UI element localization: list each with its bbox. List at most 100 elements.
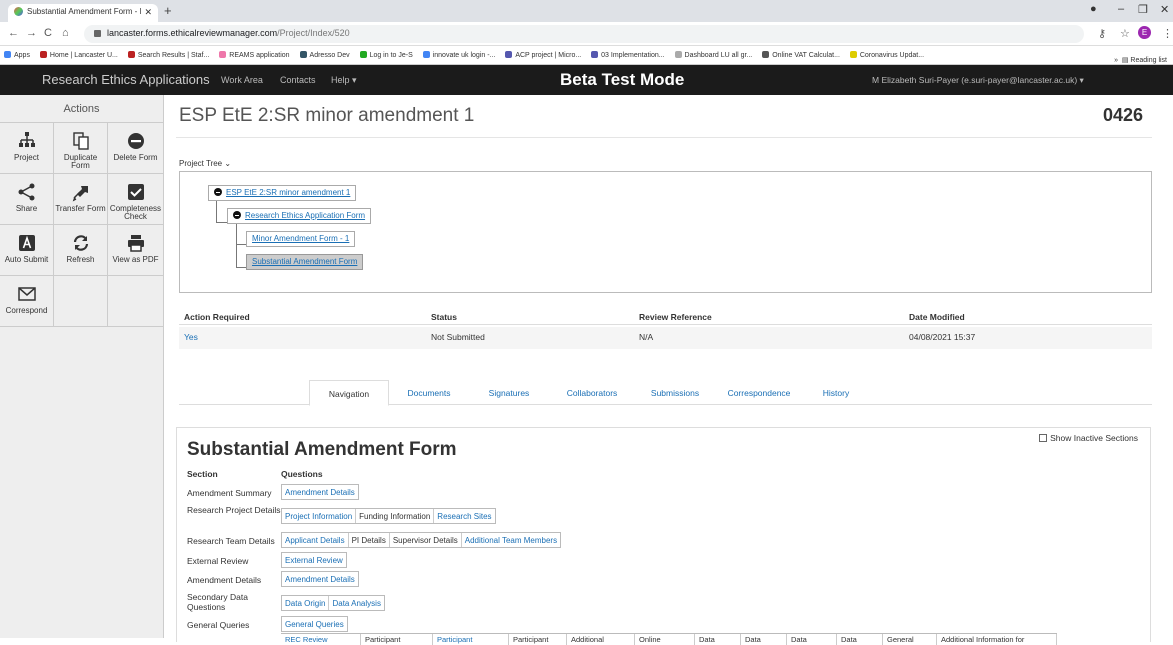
- nav-help[interactable]: Help ▾: [331, 75, 357, 86]
- divider: [176, 137, 1152, 138]
- bookmark-item[interactable]: Log in to Je-S: [356, 46, 417, 59]
- question-item: Participant: [361, 634, 433, 645]
- home-icon[interactable]: ⌂: [62, 27, 69, 39]
- forward-icon[interactable]: →: [26, 27, 37, 39]
- minimize-icon[interactable]: –: [1118, 3, 1124, 15]
- status-value: Not Submitted: [431, 332, 485, 342]
- back-icon[interactable]: ←: [8, 27, 19, 39]
- menu-icon[interactable]: ⋮: [1162, 27, 1173, 40]
- tab-documents[interactable]: Documents: [399, 380, 459, 406]
- reading-list[interactable]: » ▤ Reading list: [1110, 51, 1171, 64]
- section-label: Secondary Data Questions: [187, 592, 248, 612]
- brand-link[interactable]: Research Ethics Applications: [42, 72, 210, 87]
- bookmark-item[interactable]: Coronavirus Updat...: [846, 46, 928, 59]
- collapse-icon[interactable]: [214, 188, 222, 196]
- duplicate-icon: [54, 131, 107, 151]
- question-group: General Queries: [281, 616, 348, 632]
- action-delete-form[interactable]: Delete Form: [108, 123, 163, 174]
- bookmark-item[interactable]: Online VAT Calculat...: [758, 46, 844, 59]
- profile-avatar[interactable]: E: [1138, 26, 1151, 39]
- bookmark-item[interactable]: Apps: [0, 46, 34, 59]
- action-correspond[interactable]: Correspond: [0, 276, 54, 327]
- bookmark-item[interactable]: Dashboard LU all gr...: [671, 46, 757, 59]
- tree-node-minor-amendment[interactable]: Minor Amendment Form - 1: [246, 231, 356, 247]
- action-required-link[interactable]: Yes: [184, 332, 198, 342]
- question-group: Applicant Details PI Details Supervisor De…: [281, 532, 562, 548]
- question-link[interactable]: Research Sites: [434, 509, 494, 523]
- question-item: Data: [741, 634, 787, 645]
- question-link[interactable]: Applicant Details: [282, 533, 349, 547]
- bookmark-item[interactable]: ACP project | Micro...: [501, 46, 585, 59]
- question-link[interactable]: General Queries: [282, 617, 347, 631]
- question-link[interactable]: Participant: [433, 634, 509, 645]
- new-tab-button[interactable]: +: [164, 3, 172, 18]
- action-empty-slot: [54, 276, 108, 327]
- question-link[interactable]: Additional Team Members: [462, 533, 560, 547]
- key-icon[interactable]: ⚷: [1098, 27, 1106, 40]
- url-input[interactable]: lancaster.forms.ethicalreviewmanager.com…: [84, 25, 1084, 43]
- close-tab-icon[interactable]: ✕: [144, 7, 152, 18]
- bookmark-item[interactable]: innovate uk login -...: [419, 46, 500, 59]
- url-path: /Project/Index/520: [277, 28, 350, 38]
- question-item: Supervisor Details: [390, 533, 462, 547]
- browser-tab[interactable]: Substantial Amendment Form - l ✕: [8, 4, 158, 22]
- question-group: External Review: [281, 552, 347, 568]
- close-window-icon[interactable]: ✕: [1160, 3, 1169, 16]
- tab-title: Substantial Amendment Form - l: [27, 7, 142, 16]
- tab-collaborators[interactable]: Collaborators: [557, 380, 627, 406]
- nav-contacts[interactable]: Contacts: [280, 75, 316, 85]
- tab-correspondence[interactable]: Correspondence: [719, 380, 799, 406]
- action-transfer-form[interactable]: Transfer Form: [54, 174, 108, 225]
- bookmark-item[interactable]: Search Results | Staf...: [124, 46, 213, 59]
- reload-icon[interactable]: C: [44, 27, 52, 39]
- show-inactive-checkbox[interactable]: Show Inactive Sections: [1039, 433, 1138, 443]
- extension-icon[interactable]: ●: [1090, 3, 1097, 15]
- actions-sidebar: Actions Project Duplicate Form Delete Fo…: [0, 95, 164, 638]
- mode-banner: Beta Test Mode: [560, 70, 685, 89]
- page-title: ESP EtE 2:SR minor amendment 1: [179, 105, 475, 126]
- action-share[interactable]: Share: [0, 174, 54, 225]
- nav-work-area[interactable]: Work Area: [221, 75, 263, 85]
- question-group: Amendment Details: [281, 571, 359, 587]
- question-item: Data: [695, 634, 741, 645]
- url-host: lancaster.forms.ethicalreviewmanager.com: [107, 28, 278, 38]
- action-auto-submit[interactable]: Auto Submit: [0, 225, 54, 276]
- tree-node-application-form[interactable]: Research Ethics Application Form: [227, 208, 372, 224]
- maximize-icon[interactable]: ❐: [1138, 3, 1148, 16]
- bookmark-item[interactable]: 03 Implementation...: [587, 46, 668, 59]
- tab-submissions[interactable]: Submissions: [642, 380, 708, 406]
- action-view-as-pdf[interactable]: View as PDF: [108, 225, 163, 276]
- bookmark-item[interactable]: REAMS application: [215, 46, 293, 59]
- action-duplicate-form[interactable]: Duplicate Form: [54, 123, 108, 174]
- action-project[interactable]: Project: [0, 123, 54, 174]
- question-link[interactable]: Amendment Details: [282, 572, 358, 586]
- action-refresh[interactable]: Refresh: [54, 225, 108, 276]
- collapse-icon[interactable]: [233, 211, 241, 219]
- col-review-reference: Review Reference: [639, 312, 712, 322]
- question-item: Online: [635, 634, 695, 645]
- question-link[interactable]: External Review: [282, 553, 346, 567]
- section-header: Section: [187, 469, 218, 479]
- question-link[interactable]: Project Information: [282, 509, 357, 523]
- question-link[interactable]: Amendment Details: [282, 485, 358, 499]
- envelope-icon: [0, 284, 53, 304]
- question-link[interactable]: Data Analysis: [329, 596, 383, 610]
- tab-signatures[interactable]: Signatures: [479, 380, 539, 406]
- bookmark-item[interactable]: Home | Lancaster U...: [36, 46, 122, 59]
- bookmark-item[interactable]: Adresso Dev: [296, 46, 354, 59]
- share-icon: [0, 182, 53, 202]
- checkbox-icon[interactable]: [1039, 434, 1048, 442]
- tree-node-project[interactable]: ESP EtE 2:SR minor amendment 1: [208, 185, 357, 201]
- tab-navigation[interactable]: Navigation: [309, 380, 389, 406]
- action-completeness-check[interactable]: Completeness Check: [108, 174, 163, 225]
- star-icon[interactable]: ☆: [1120, 27, 1130, 40]
- tab-history[interactable]: History: [811, 380, 861, 406]
- section-label: General Queries: [187, 620, 250, 630]
- question-group: Amendment Details: [281, 484, 359, 500]
- project-tree-toggle[interactable]: Project Tree ⌄: [179, 159, 231, 168]
- tree-node-substantial-amendment[interactable]: Substantial Amendment Form: [246, 254, 364, 270]
- question-link[interactable]: Data Origin: [282, 596, 330, 610]
- user-menu[interactable]: M Elizabeth Suri-Payer (e.suri-payer@lan…: [872, 75, 1084, 86]
- question-link[interactable]: REC Review: [281, 634, 361, 645]
- form-title: Substantial Amendment Form: [187, 439, 457, 460]
